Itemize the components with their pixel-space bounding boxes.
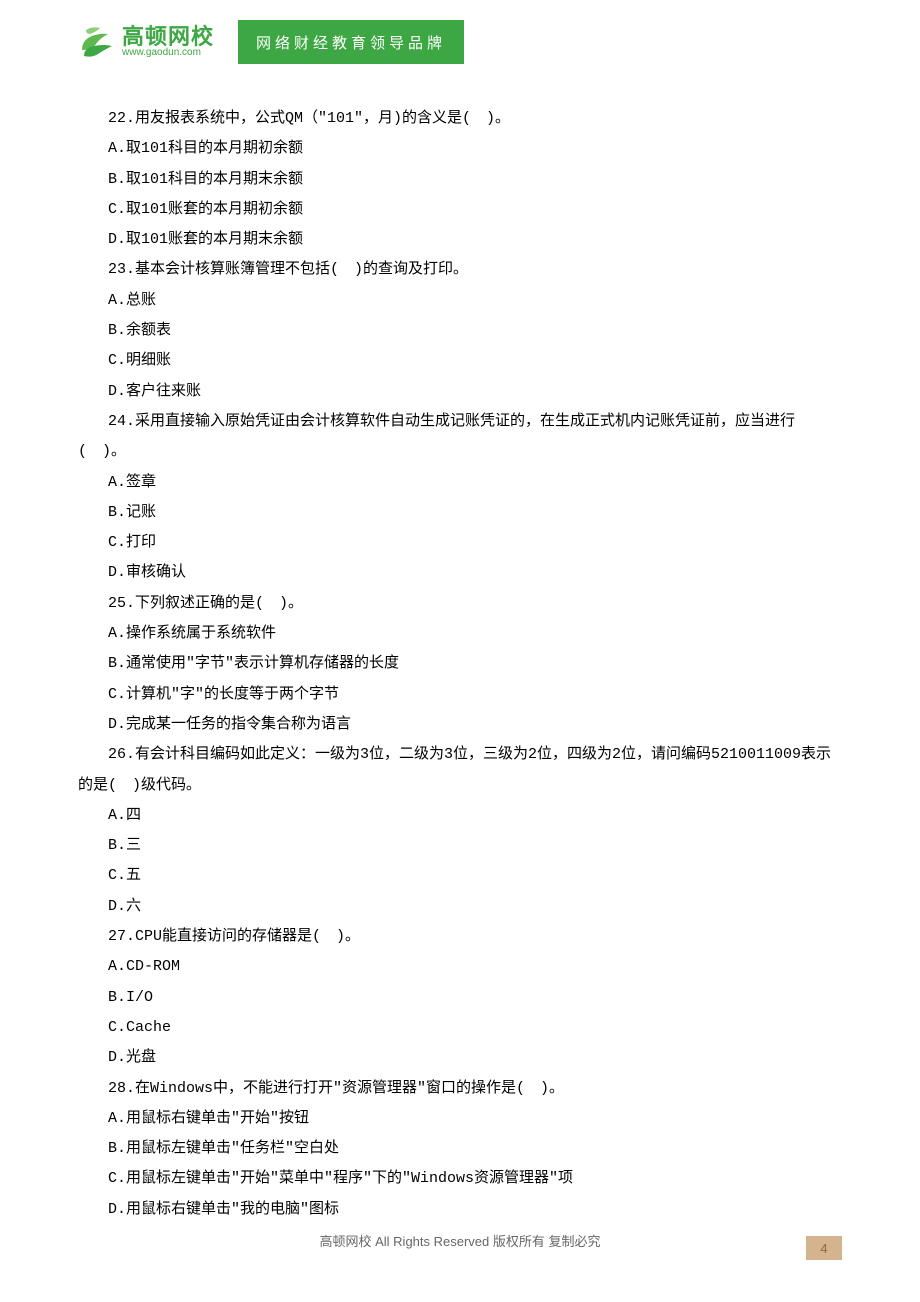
page-footer: 高顿网校 All Rights Reserved 版权所有 复制必究 xyxy=(0,1231,920,1250)
leaf-book-icon xyxy=(78,22,118,62)
question-option: D.光盘 xyxy=(78,1043,842,1073)
question-option: C.五 xyxy=(78,861,842,891)
question-option: D.用鼠标右键单击"我的电脑"图标 xyxy=(78,1195,842,1225)
brand-logo: 高顿网校 www.gaodun.com xyxy=(78,20,214,64)
footer-brand: 高顿网校 xyxy=(319,1234,371,1249)
question-option: A.签章 xyxy=(78,468,842,498)
question-option: B.记账 xyxy=(78,498,842,528)
question-stem: 24.采用直接输入原始凭证由会计核算软件自动生成记账凭证的，在生成正式机内记账凭… xyxy=(78,407,842,468)
brand-name-en: www.gaodun.com xyxy=(122,48,214,58)
question-option: A.取101科目的本月期初余额 xyxy=(78,134,842,164)
page-number: 4 xyxy=(806,1236,842,1260)
question-option: D.取101账套的本月期末余额 xyxy=(78,225,842,255)
footer-rights: All Rights Reserved xyxy=(372,1234,493,1249)
question-option: D.审核确认 xyxy=(78,558,842,588)
question-option: C.打印 xyxy=(78,528,842,558)
question-option: C.用鼠标左键单击"开始"菜单中"程序"下的"Windows资源管理器"项 xyxy=(78,1164,842,1194)
question-option: B.I/O xyxy=(78,983,842,1013)
question-option: D.完成某一任务的指令集合称为语言 xyxy=(78,710,842,740)
question-stem: 25.下列叙述正确的是( )。 xyxy=(78,589,842,619)
question-option: B.取101科目的本月期末余额 xyxy=(78,165,842,195)
document-body: 22.用友报表系统中，公式QM（"101"，月)的含义是( )。A.取101科目… xyxy=(78,104,842,1225)
question-option: C.明细账 xyxy=(78,346,842,376)
question-option: A.操作系统属于系统软件 xyxy=(78,619,842,649)
question-stem: 27.CPU能直接访问的存储器是( )。 xyxy=(78,922,842,952)
question-option: C.计算机"字"的长度等于两个字节 xyxy=(78,680,842,710)
question-option: C.取101账套的本月期初余额 xyxy=(78,195,842,225)
question-stem: 28.在Windows中，不能进行打开"资源管理器"窗口的操作是( )。 xyxy=(78,1074,842,1104)
page-header: 高顿网校 www.gaodun.com 网络财经教育领导品牌 xyxy=(78,20,464,64)
question-option: D.六 xyxy=(78,892,842,922)
question-stem: 23.基本会计核算账簿管理不包括( )的查询及打印。 xyxy=(78,255,842,285)
question-option: A.总账 xyxy=(78,286,842,316)
question-option: D.客户往来账 xyxy=(78,377,842,407)
question-option: B.通常使用"字节"表示计算机存储器的长度 xyxy=(78,649,842,679)
question-option: B.用鼠标左键单击"任务栏"空白处 xyxy=(78,1134,842,1164)
question-option: A.四 xyxy=(78,801,842,831)
brand-name-cn: 高顿网校 xyxy=(122,26,214,48)
question-option: C.Cache xyxy=(78,1013,842,1043)
question-option: A.CD-ROM xyxy=(78,952,842,982)
question-stem: 26.有会计科目编码如此定义：一级为3位，二级为3位，三级为2位，四级为2位，请… xyxy=(78,740,842,801)
question-option: B.三 xyxy=(78,831,842,861)
question-option: B.余额表 xyxy=(78,316,842,346)
question-stem: 22.用友报表系统中，公式QM（"101"，月)的含义是( )。 xyxy=(78,104,842,134)
question-option: A.用鼠标右键单击"开始"按钮 xyxy=(78,1104,842,1134)
footer-copy: 版权所有 复制必究 xyxy=(493,1234,601,1249)
brand-tagline: 网络财经教育领导品牌 xyxy=(238,20,464,64)
